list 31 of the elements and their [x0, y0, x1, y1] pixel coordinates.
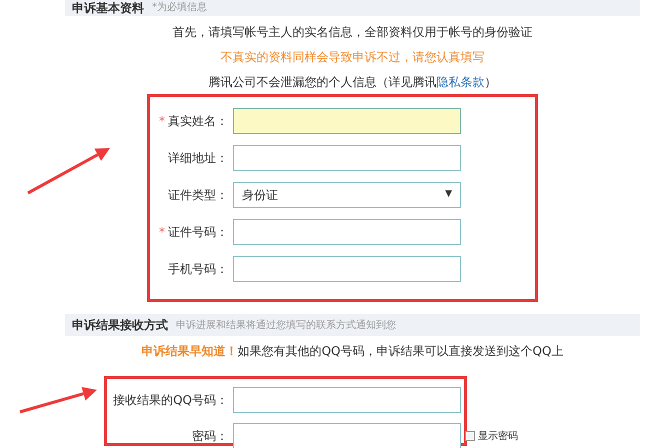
section-title: 申诉基本资料	[72, 2, 144, 14]
input-field[interactable]	[233, 423, 461, 448]
input-field[interactable]	[233, 256, 461, 282]
privacy-text: 腾讯公司不会泄漏您的个人信息（详见腾讯隐私条款）	[208, 74, 496, 91]
checkbox-label: 显示密码	[478, 430, 518, 444]
field-label: 真实姓名：	[168, 113, 228, 130]
field-label: 接收结果的QQ号码：	[113, 392, 228, 409]
intro-text: 首先，请填写帐号主人的实名信息，全部资料仅用于帐号的身份验证	[172, 24, 532, 41]
required-asterisk: *	[159, 224, 165, 241]
required-asterisk: *	[159, 113, 165, 130]
notice-text: 申诉结果早知道！如果您有其他的QQ号码，申诉结果可以直接发送到这个QQ上	[142, 343, 564, 360]
field-label: 证件号码：	[168, 224, 228, 241]
field-label: 详细地址：	[168, 150, 228, 167]
arrow-icon	[26, 146, 112, 195]
input-field[interactable]	[233, 108, 461, 134]
section-note: 申诉进展和结果将通过您填写的联系方式通知到您	[176, 318, 396, 332]
warning-text: 不真实的资料同样会导致申诉不过，请您认真填写	[220, 49, 484, 66]
field-label: 密码：	[192, 428, 228, 445]
checkbox[interactable]	[465, 431, 475, 441]
privacy-link[interactable]: 隐私条款	[436, 75, 484, 89]
input-field[interactable]	[233, 219, 461, 245]
id-type-select[interactable]: 身份证 ▼	[233, 182, 461, 208]
section-title: 申诉结果接收方式	[72, 317, 168, 334]
field-label: 证件类型：	[168, 187, 228, 204]
caret-icon: ▼	[445, 188, 452, 202]
arrow-icon	[18, 385, 99, 414]
input-field[interactable]	[233, 145, 461, 171]
input-field[interactable]	[233, 387, 461, 413]
select-value: 身份证	[242, 187, 278, 204]
field-label: 手机号码：	[168, 261, 228, 278]
required-note: *为必填信息	[152, 3, 207, 13]
